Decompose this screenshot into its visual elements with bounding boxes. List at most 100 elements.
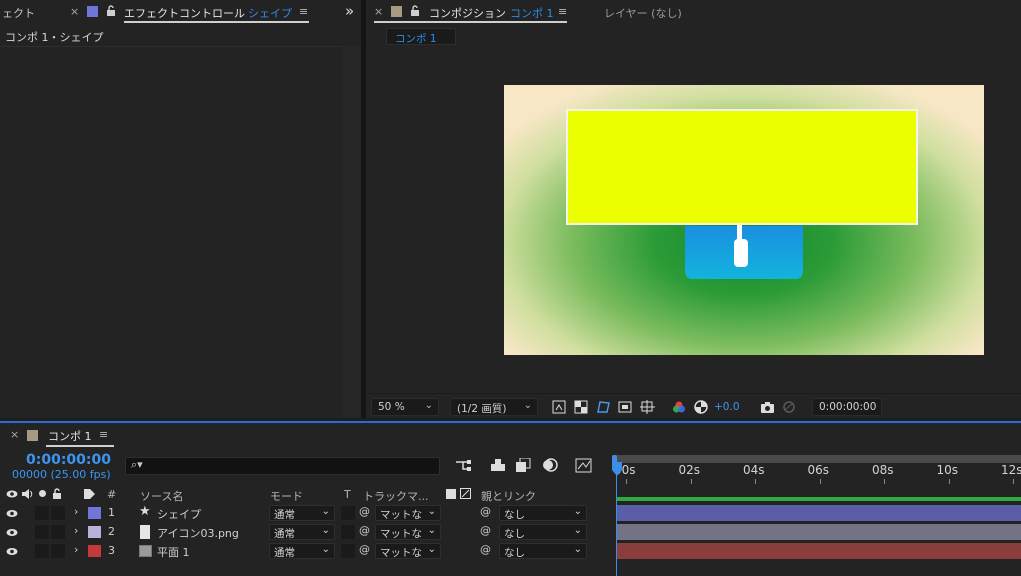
lock-switch[interactable] — [51, 506, 65, 520]
transparency-grid-icon[interactable] — [573, 399, 589, 414]
track-matte-select[interactable]: マットな ⌄ — [375, 505, 441, 521]
preserve-transparency-header: T — [344, 488, 351, 501]
track-matte-select[interactable]: マットな ⌄ — [375, 543, 441, 559]
panel-menu-icon[interactable]: ≡ — [299, 5, 308, 18]
zoom-value: 50 % — [378, 401, 405, 413]
close-tab-icon[interactable]: × — [10, 428, 19, 441]
exposure-value[interactable]: +0.0 — [714, 401, 740, 413]
layer-number: 1 — [108, 506, 115, 519]
channel-color-icon[interactable] — [671, 399, 687, 414]
effect-controls-subheader: コンポ 1・シェイプ — [5, 31, 104, 44]
playhead-icon[interactable] — [611, 462, 623, 481]
shy-layers-icon[interactable] — [489, 458, 507, 475]
eye-icon[interactable] — [6, 528, 18, 537]
lock-switch[interactable] — [51, 525, 65, 539]
parent-pickwhip-icon[interactable]: @ — [480, 524, 491, 537]
solo-switch[interactable] — [35, 506, 49, 520]
solo-column-icon — [39, 490, 46, 497]
mask-visibility-icon[interactable] — [595, 399, 611, 414]
pickwhip-icon[interactable]: @ — [359, 505, 370, 518]
zoom-select[interactable]: 50 % ⌄ — [371, 398, 439, 416]
effect-controls-scrollbar[interactable] — [343, 46, 361, 418]
label-color-swatch — [27, 430, 38, 441]
chevron-down-icon: ⌄ — [321, 525, 330, 536]
expand-chevron-icon[interactable]: › — [74, 543, 78, 556]
panel-menu-icon[interactable]: ≡ — [99, 428, 108, 441]
frame-blending-icon[interactable] — [515, 457, 531, 475]
active-tab-underline — [46, 445, 114, 447]
expand-chevron-icon[interactable]: › — [74, 505, 78, 518]
motion-blur-icon[interactable] — [541, 458, 559, 475]
parent-pickwhip-icon[interactable]: @ — [480, 543, 491, 556]
parent-select[interactable]: なし ⌄ — [499, 524, 587, 540]
fast-preview-icon[interactable] — [551, 399, 567, 414]
current-time-display[interactable]: 0:00:00:00 — [26, 452, 111, 468]
parent-pickwhip-icon[interactable]: @ — [480, 505, 491, 518]
lock-icon[interactable] — [106, 5, 116, 17]
preserve-transparency-switch[interactable] — [341, 506, 355, 520]
time-ruler[interactable]: 00s 02s 04s 06s 08s 10s 12s — [612, 463, 1021, 485]
expand-panels-icon[interactable]: » — [345, 2, 354, 20]
label-color-swatch[interactable] — [88, 545, 101, 557]
lock-icon[interactable] — [410, 5, 420, 17]
layer-duration-bar[interactable] — [617, 543, 1021, 559]
pickwhip-icon[interactable]: @ — [359, 524, 370, 537]
layer-name[interactable]: アイコン03.png — [157, 525, 239, 541]
layer-name[interactable]: 平面 1 — [157, 544, 190, 560]
label-color-swatch[interactable] — [88, 526, 101, 538]
resolution-select[interactable]: (1/2 画質) ⌄ — [450, 398, 538, 416]
layer-duration-bar[interactable] — [617, 524, 1021, 540]
previous-tab-label[interactable]: ェクト — [2, 5, 35, 21]
layer-row[interactable]: › 1 ★ シェイプ 通常 ⌄ @ マットな ⌄ @ なし ⌄ — [0, 504, 610, 523]
composition-flowchart-icon[interactable] — [455, 458, 473, 475]
current-time-field[interactable]: 0:00:00:00 — [812, 398, 882, 416]
active-tab-underline — [374, 21, 567, 23]
layer-row[interactable]: › 3 平面 1 通常 ⌄ @ マットな ⌄ @ なし ⌄ — [0, 542, 610, 561]
close-tab-icon[interactable]: × — [70, 5, 79, 18]
resolution-value: (1/2 画質) — [457, 403, 507, 415]
grid-guides-icon[interactable] — [639, 399, 655, 414]
show-snapshot-icon[interactable] — [781, 399, 797, 414]
blend-mode-select[interactable]: 通常 ⌄ — [269, 524, 335, 540]
parent-select[interactable]: なし ⌄ — [499, 543, 587, 559]
pickwhip-icon[interactable]: @ — [359, 543, 370, 556]
effect-controls-tab-title[interactable]: エフェクトコントロール — [124, 5, 245, 21]
layer-duration-bar[interactable] — [617, 505, 1021, 521]
source-name-header[interactable]: ソース名 — [140, 488, 183, 504]
composition-breadcrumb[interactable]: コンポ 1 — [386, 28, 456, 45]
layer-row[interactable]: › 2 アイコン03.png 通常 ⌄ @ マットな ⌄ @ なし ⌄ — [0, 523, 610, 542]
camera-snapshot-icon[interactable] — [759, 399, 775, 414]
solo-switch[interactable] — [35, 544, 49, 558]
label-color-swatch[interactable] — [88, 507, 101, 519]
chevron-down-icon: ⌄ — [427, 506, 436, 517]
shape-layer-rectangle[interactable] — [566, 109, 918, 225]
graph-editor-icon[interactable] — [575, 457, 593, 476]
ruler-tick — [1013, 479, 1014, 484]
chevron-down-icon: ⌄ — [424, 400, 433, 411]
file-icon — [140, 525, 150, 539]
panel-menu-icon[interactable]: ≡ — [558, 5, 567, 18]
eye-icon[interactable] — [6, 547, 18, 556]
reset-exposure-icon[interactable] — [693, 399, 709, 414]
viewer-toolbar: 50 % ⌄ (1/2 画質) ⌄ +0.0 0:00:00:00 — [366, 393, 1021, 418]
layer-tab[interactable]: レイヤー (なし) — [604, 5, 682, 21]
region-of-interest-icon[interactable] — [617, 399, 633, 414]
blend-mode-select[interactable]: 通常 ⌄ — [269, 543, 335, 559]
composition-tab-title[interactable]: コンポジション — [429, 5, 506, 21]
track-matte-select[interactable]: マットな ⌄ — [375, 524, 441, 540]
parent-select[interactable]: なし ⌄ — [499, 505, 587, 521]
mode-header: モード — [270, 490, 303, 503]
audio-column-icon — [21, 489, 33, 502]
close-tab-icon[interactable]: × — [374, 5, 383, 18]
work-area-bar[interactable] — [612, 455, 1021, 463]
timeline-tab-title[interactable]: コンポ 1 — [48, 428, 92, 444]
layer-name[interactable]: シェイプ — [157, 506, 201, 522]
eye-icon[interactable] — [6, 509, 18, 518]
preserve-transparency-switch[interactable] — [341, 525, 355, 539]
preserve-transparency-switch[interactable] — [341, 544, 355, 558]
layer-search-input[interactable]: ⌕▾ — [125, 457, 440, 475]
expand-chevron-icon[interactable]: › — [74, 524, 78, 537]
solo-switch[interactable] — [35, 525, 49, 539]
lock-switch[interactable] — [51, 544, 65, 558]
blend-mode-select[interactable]: 通常 ⌄ — [269, 505, 335, 521]
